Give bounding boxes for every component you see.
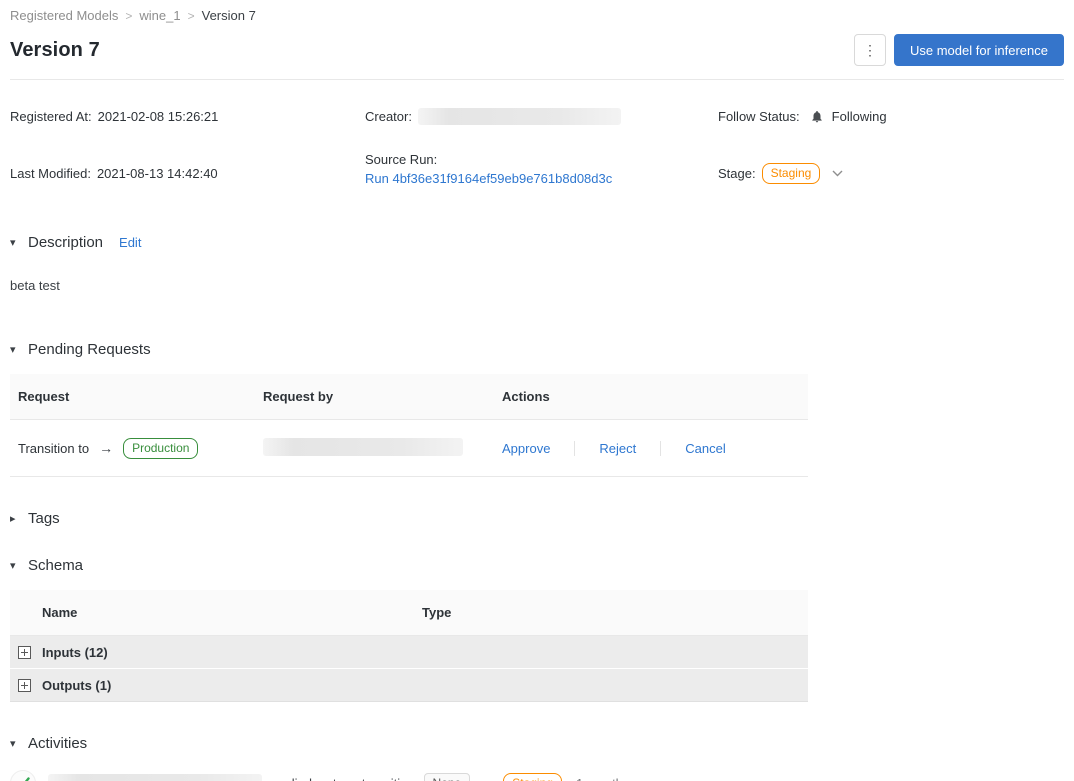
more-actions-button[interactable]: ⋮ <box>853 34 886 66</box>
last-modified-label: Last Modified: <box>10 165 91 181</box>
stage-label: Stage: <box>718 165 756 181</box>
breadcrumb: Registered Models > wine_1 > Version 7 <box>10 0 1064 23</box>
chevron-down-icon[interactable] <box>832 170 843 177</box>
column-header-request: Request <box>18 389 70 404</box>
request-by-cell <box>255 437 492 459</box>
registered-at-label: Registered At: <box>10 108 92 124</box>
follow-status-value[interactable]: Following <box>832 109 887 124</box>
schema-section-header[interactable]: ▾ Schema <box>10 557 1064 574</box>
registered-at-value: 2021-02-08 15:26:21 <box>97 108 219 124</box>
pending-requests-table-header: Request Request by Actions <box>10 374 808 420</box>
pending-requests-title: Pending Requests <box>28 341 151 358</box>
reject-link[interactable]: Reject <box>599 441 636 456</box>
caret-down-icon: ▾ <box>10 560 16 572</box>
creator: Creator: <box>365 106 718 126</box>
page-header: Version 7 ⋮ Use model for inference <box>10 34 1064 80</box>
action-divider <box>660 440 662 456</box>
creator-label: Creator: <box>365 108 412 124</box>
activities-section-header[interactable]: ▾ Activities <box>10 735 1064 752</box>
action-divider <box>574 440 576 456</box>
source-run: Source Run: Run 4bf36e31f9164ef59eb9e761… <box>365 152 718 194</box>
edit-description-link[interactable]: Edit <box>119 235 141 250</box>
metadata-grid: Registered At: 2021-02-08 15:26:21 Creat… <box>10 106 1064 194</box>
pending-requests-table: Request Request by Actions Transition to… <box>10 374 808 477</box>
last-modified-value: 2021-08-13 14:42:40 <box>96 165 218 181</box>
request-text: Transition to <box>18 440 90 456</box>
activity-timestamp: 1 month ago <box>576 776 648 781</box>
expand-plus-icon[interactable] <box>18 645 31 659</box>
follow-status-label: Follow Status: <box>718 108 800 124</box>
schema-row-inputs[interactable]: Inputs (12) <box>10 636 808 669</box>
column-header-request-by: Request by <box>263 389 334 404</box>
kebab-icon: ⋮ <box>862 42 877 58</box>
pending-request-row: Transition to → Production Approve Rejec… <box>10 420 808 477</box>
column-header-actions: Actions <box>502 389 550 404</box>
activity-action-text: applied a stage transition <box>270 776 415 781</box>
last-modified: Last Modified: 2021-08-13 14:42:40 <box>10 152 365 194</box>
header-actions: ⋮ Use model for inference <box>853 34 1064 66</box>
request-by-redacted <box>263 437 463 456</box>
schema-row-outputs[interactable]: Outputs (1) <box>10 669 808 702</box>
expand-plus-icon[interactable] <box>18 678 31 692</box>
model-version-page: Registered Models > wine_1 > Version 7 V… <box>0 0 1074 781</box>
activity-item: applied a stage transition None → Stagin… <box>10 770 1064 781</box>
bell-icon <box>810 109 824 124</box>
caret-down-icon: ▾ <box>10 738 16 750</box>
schema-table: Name Type Inputs (12) Outputs (1) <box>10 590 808 702</box>
caret-down-icon: ▾ <box>10 344 16 356</box>
follow-status: Follow Status: Following <box>718 106 1064 126</box>
actions-cell: Approve Reject Cancel <box>492 440 808 456</box>
column-header-type: Type <box>422 605 452 620</box>
stage: Stage: Staging <box>718 152 1064 194</box>
schema-table-header: Name Type <box>10 590 808 636</box>
description-content: beta test <box>10 278 60 293</box>
tags-section-header[interactable]: ▸ Tags <box>10 510 1064 527</box>
target-stage-badge: Production <box>123 437 199 459</box>
breadcrumb-separator-icon: > <box>125 8 133 23</box>
schema-title: Schema <box>28 557 84 574</box>
caret-down-icon: ▾ <box>10 237 16 249</box>
use-model-for-inference-button[interactable]: Use model for inference <box>893 34 1064 66</box>
source-run-link[interactable]: Run 4bf36e31f9164ef59eb9e761b8d08d3c <box>365 171 612 186</box>
arrow-right-icon: → <box>480 775 494 781</box>
caret-right-icon: ▸ <box>10 513 16 525</box>
schema-row-label: Inputs (12) <box>42 644 108 660</box>
source-run-label: Source Run: <box>365 152 438 167</box>
creator-value-redacted <box>417 107 621 125</box>
breadcrumb-current: Version 7 <box>201 8 256 23</box>
activities-title: Activities <box>28 735 88 752</box>
approve-link[interactable]: Approve <box>502 441 550 456</box>
from-stage-badge: None <box>423 772 471 781</box>
to-stage-badge: Staging <box>503 772 562 781</box>
stage-badge[interactable]: Staging <box>761 162 821 184</box>
breadcrumb-model-name[interactable]: wine_1 <box>139 8 180 23</box>
tags-title: Tags <box>28 510 60 527</box>
breadcrumb-separator-icon: > <box>187 8 195 23</box>
cancel-link[interactable]: Cancel <box>685 441 725 456</box>
registered-at: Registered At: 2021-02-08 15:26:21 <box>10 106 365 126</box>
description-title: Description <box>28 234 104 251</box>
schema-row-label: Outputs (1) <box>42 677 112 693</box>
column-header-name: Name <box>42 605 78 620</box>
check-circle-icon <box>10 770 36 781</box>
request-cell: Transition to → Production <box>10 437 255 459</box>
page-title: Version 7 <box>10 38 100 61</box>
breadcrumb-registered-models[interactable]: Registered Models <box>10 8 118 23</box>
arrow-right-icon: → <box>99 440 114 456</box>
pending-requests-section-header[interactable]: ▾ Pending Requests <box>10 341 1064 358</box>
activity-user-redacted <box>48 774 262 781</box>
description-section-header[interactable]: ▾ Description Edit <box>10 234 1064 251</box>
